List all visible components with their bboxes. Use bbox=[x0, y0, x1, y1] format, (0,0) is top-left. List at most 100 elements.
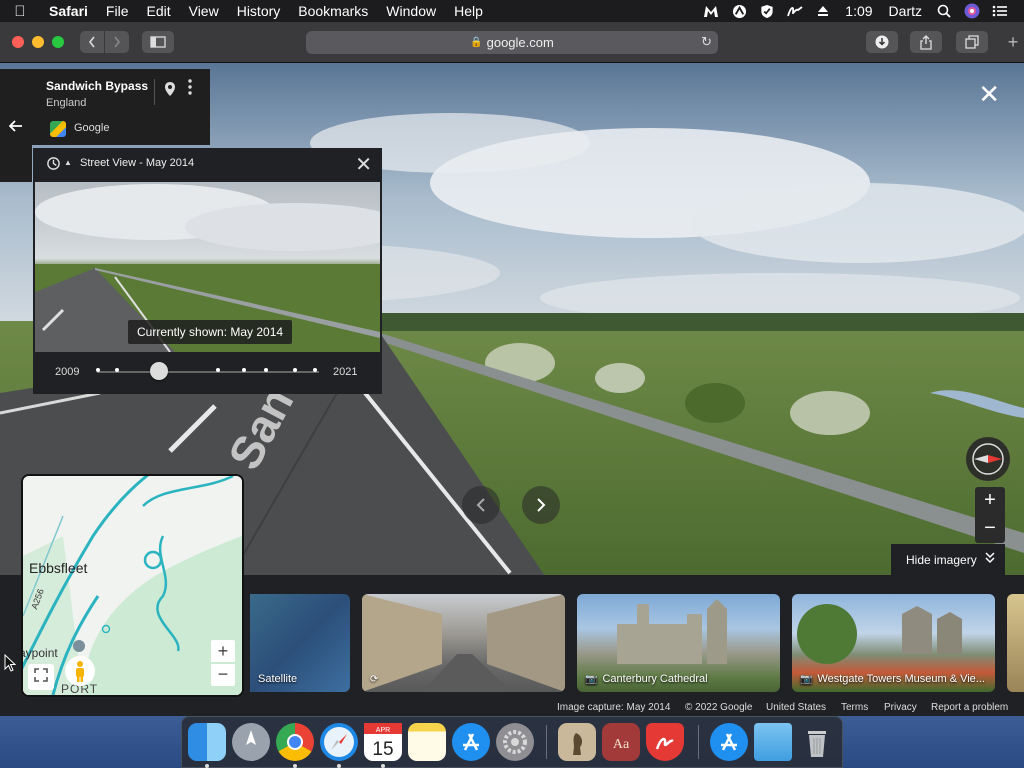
new-tab-button[interactable]: + bbox=[1002, 31, 1024, 53]
location-pin-icon[interactable] bbox=[164, 81, 176, 101]
app-store-icon[interactable] bbox=[452, 723, 490, 761]
zoom-out-button[interactable]: − bbox=[975, 515, 1005, 543]
camera-icon: 📷 bbox=[585, 674, 598, 685]
menu-bar:  Safari File Edit View History Bookmark… bbox=[0, 0, 1024, 22]
thumbnail-caption-row: 📷 Canterbury Cathedral bbox=[585, 673, 708, 685]
thumbnail-caption: Westgate Towers Museum & Vie... bbox=[817, 673, 985, 685]
source-label: Google bbox=[74, 122, 110, 134]
control-center-icon[interactable] bbox=[992, 3, 1008, 19]
timeline-dot[interactable] bbox=[242, 368, 246, 372]
menu-history[interactable]: History bbox=[228, 0, 290, 22]
safari-icon[interactable] bbox=[320, 723, 358, 761]
mini-map[interactable]: Ebbsfleet A256 aypoint PORT + − bbox=[21, 474, 244, 697]
minimap-zoom-out-button[interactable]: − bbox=[211, 664, 235, 686]
folder-icon[interactable] bbox=[754, 723, 792, 761]
timeline-dot[interactable] bbox=[264, 368, 268, 372]
compass-icon[interactable] bbox=[966, 437, 1010, 481]
360-view-icon: ⟳ bbox=[370, 674, 379, 685]
expand-map-icon[interactable] bbox=[28, 664, 54, 690]
close-icon[interactable]: ✕ bbox=[355, 152, 372, 177]
browser-toolbar: 🔒 google.com ↻ + bbox=[0, 22, 1024, 63]
finder-icon[interactable] bbox=[188, 723, 226, 761]
menu-app-safari[interactable]: Safari bbox=[40, 0, 97, 22]
map-footer: Image capture: May 2014 © 2022 Google Un… bbox=[0, 700, 1024, 716]
thumbnail-satellite[interactable]: Satellite bbox=[250, 594, 350, 692]
timeline-dot[interactable] bbox=[96, 368, 100, 372]
notes-icon[interactable] bbox=[408, 723, 446, 761]
launchpad-icon[interactable] bbox=[232, 723, 270, 761]
thumbnail-westgate-towers[interactable]: 📷 Westgate Towers Museum & Vie... bbox=[792, 594, 995, 692]
timeline-dot[interactable] bbox=[115, 368, 119, 372]
trash-icon[interactable] bbox=[798, 723, 836, 761]
window-zoom-button[interactable] bbox=[52, 36, 64, 48]
security-app-icon[interactable] bbox=[646, 723, 684, 761]
search-icon[interactable] bbox=[936, 3, 952, 19]
minimap-zoom-in-button[interactable]: + bbox=[211, 640, 235, 662]
vpn-icon[interactable] bbox=[731, 3, 747, 19]
timeline-track[interactable] bbox=[97, 371, 319, 373]
timeline-slider-thumb[interactable] bbox=[150, 362, 169, 380]
forward-button[interactable] bbox=[105, 31, 129, 53]
zoom-in-button[interactable]: + bbox=[975, 487, 1005, 515]
malwarebytes-icon[interactable] bbox=[703, 3, 719, 19]
signature-icon[interactable] bbox=[787, 3, 803, 19]
thumbnail-canterbury-cathedral[interactable]: 📷 Canterbury Cathedral bbox=[577, 594, 780, 692]
window-close-button[interactable] bbox=[12, 36, 24, 48]
menu-bookmarks[interactable]: Bookmarks bbox=[289, 0, 377, 22]
shield-icon[interactable] bbox=[759, 3, 775, 19]
url-text: google.com bbox=[486, 35, 554, 50]
user-name[interactable]: Dartz bbox=[881, 3, 930, 19]
timeline-dot[interactable] bbox=[216, 368, 220, 372]
tab-overview-button[interactable] bbox=[956, 31, 988, 53]
apple-menu-icon[interactable]:  bbox=[0, 3, 40, 20]
timeline-dot[interactable] bbox=[293, 368, 297, 372]
dock-separator bbox=[546, 725, 547, 759]
timeline-end-year: 2021 bbox=[333, 366, 358, 378]
thumbnail-street-view[interactable]: ⟳ bbox=[362, 594, 565, 692]
timeline-dot[interactable] bbox=[313, 368, 317, 372]
next-image-button[interactable] bbox=[522, 486, 560, 524]
reload-icon[interactable]: ↻ bbox=[701, 34, 712, 50]
chess-icon[interactable] bbox=[558, 723, 596, 761]
back-button[interactable] bbox=[80, 31, 104, 53]
more-options-icon[interactable] bbox=[188, 79, 192, 99]
eject-icon[interactable] bbox=[815, 3, 831, 19]
window-minimize-button[interactable] bbox=[32, 36, 44, 48]
terms-link[interactable]: Terms bbox=[841, 702, 868, 713]
address-bar[interactable]: 🔒 google.com ↻ bbox=[306, 31, 718, 54]
pegman-icon[interactable] bbox=[65, 656, 95, 686]
dictionary-icon[interactable]: Aa bbox=[602, 723, 640, 761]
back-arrow-button[interactable] bbox=[0, 69, 32, 182]
downloads-button[interactable] bbox=[866, 31, 898, 53]
chrome-icon[interactable] bbox=[276, 723, 314, 761]
clock-time[interactable]: 1:09 bbox=[837, 3, 880, 19]
calendar-icon[interactable]: APR 15 bbox=[364, 723, 402, 761]
caret-up-icon[interactable]: ▲ bbox=[64, 158, 72, 167]
previous-image-button[interactable] bbox=[462, 486, 500, 524]
lock-icon: 🔒 bbox=[470, 37, 483, 48]
menu-file[interactable]: File bbox=[97, 0, 138, 22]
menu-window[interactable]: Window bbox=[377, 0, 445, 22]
menu-help[interactable]: Help bbox=[445, 0, 492, 22]
report-problem-link[interactable]: Report a problem bbox=[931, 702, 1008, 713]
sidebar-toggle-button[interactable] bbox=[142, 31, 174, 53]
hide-imagery-button[interactable]: Hide imagery bbox=[891, 544, 1005, 575]
region-link[interactable]: United States bbox=[766, 702, 826, 713]
privacy-link[interactable]: Privacy bbox=[884, 702, 917, 713]
menu-view[interactable]: View bbox=[180, 0, 228, 22]
system-preferences-icon[interactable] bbox=[496, 723, 534, 761]
tabs-icon bbox=[965, 35, 979, 49]
app-store-folder-icon[interactable] bbox=[710, 723, 748, 761]
share-button[interactable] bbox=[910, 31, 942, 53]
history-clock-icon[interactable] bbox=[46, 156, 61, 174]
thumbnail-next-partial[interactable] bbox=[1007, 594, 1024, 692]
siri-icon[interactable] bbox=[964, 3, 980, 19]
currently-shown-tooltip: Currently shown: May 2014 bbox=[128, 320, 293, 344]
menu-edit[interactable]: Edit bbox=[137, 0, 179, 22]
map-poi-label: aypoint bbox=[21, 646, 58, 660]
thumbnail-caption: ⟳ bbox=[370, 673, 383, 685]
mouse-cursor-icon bbox=[4, 654, 16, 672]
exit-street-view-close-icon[interactable]: ✕ bbox=[978, 79, 1000, 110]
history-preview-image[interactable]: Currently shown: May 2014 bbox=[35, 182, 380, 352]
timeline-start-year: 2009 bbox=[55, 366, 80, 378]
